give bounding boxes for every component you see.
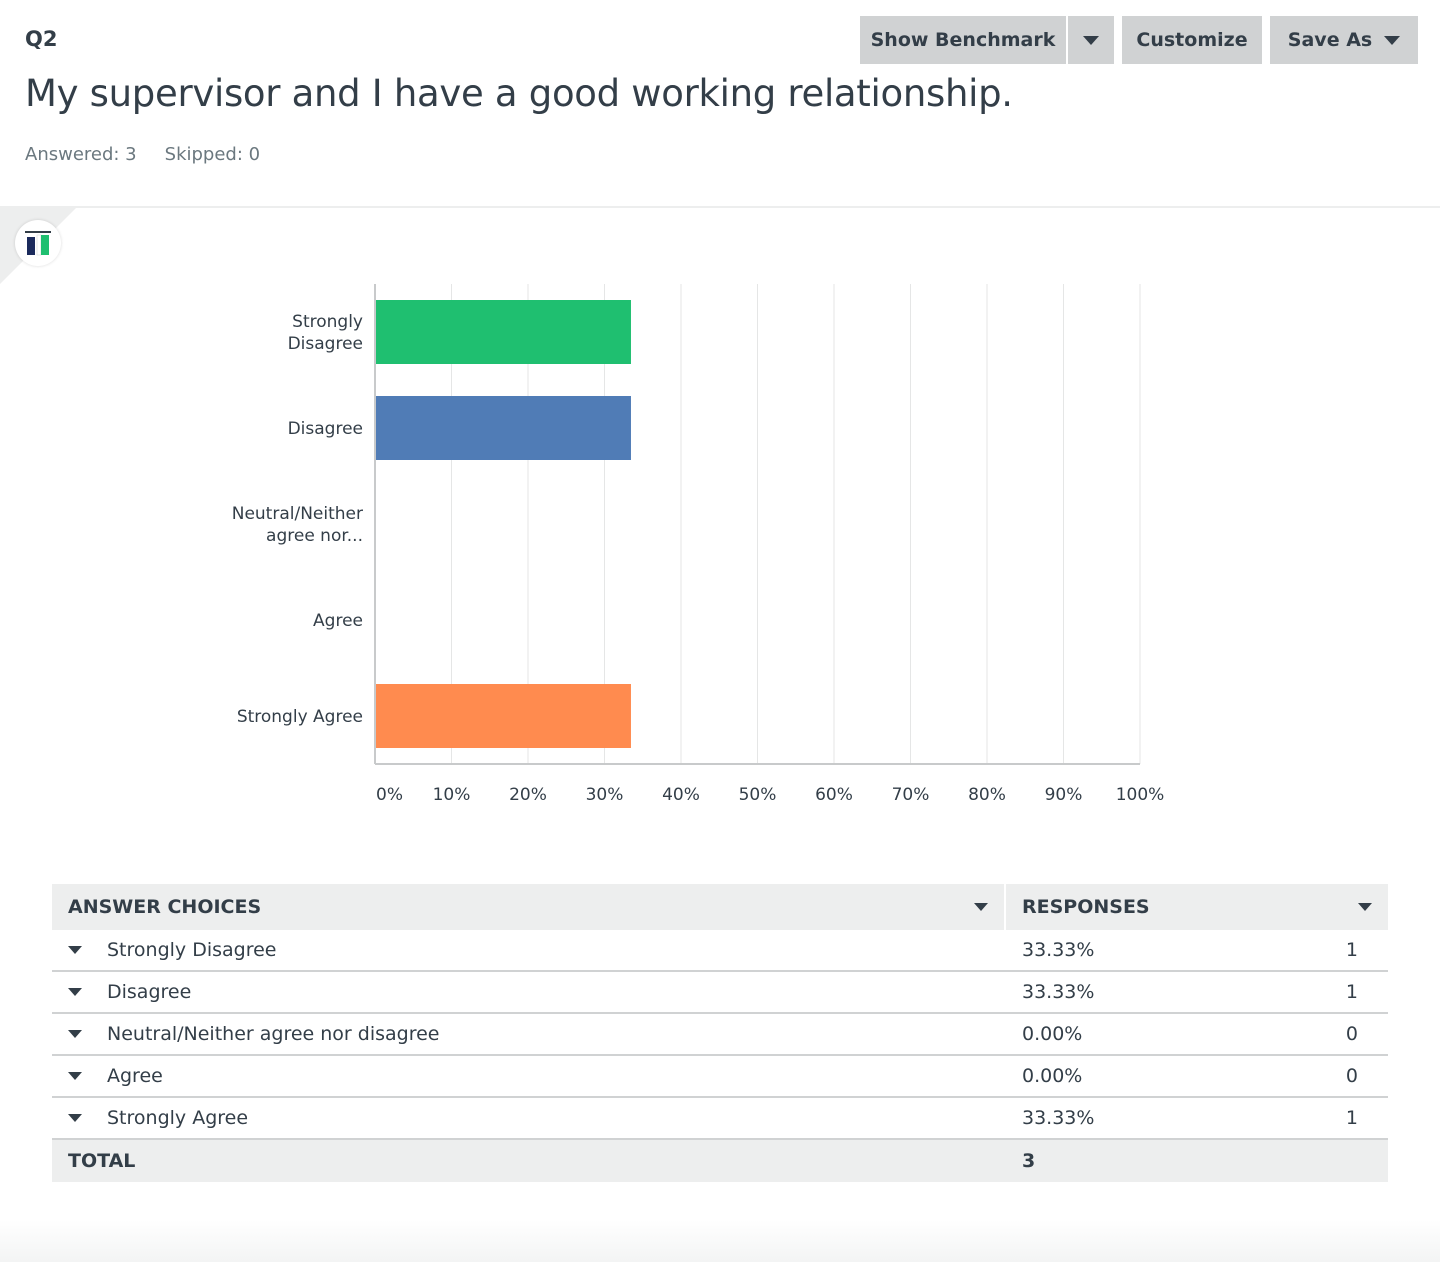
response-stats: Answered: 3 Skipped: 0 — [25, 144, 260, 165]
response-count[interactable]: 1 — [1306, 981, 1388, 1003]
x-tick-label: 80% — [968, 785, 1006, 805]
chevron-down-icon — [1083, 35, 1099, 45]
responses-header[interactable]: RESPONSES — [1006, 884, 1388, 930]
section-divider — [0, 206, 1440, 208]
answered-count: Answered: 3 — [25, 144, 137, 165]
response-percent: 0.00% — [1022, 1065, 1083, 1087]
bar — [376, 684, 631, 748]
category-label: Strongly Disagree — [288, 312, 363, 354]
x-tick-label: 70% — [892, 785, 930, 805]
x-tick-label: 30% — [586, 785, 624, 805]
bar — [376, 396, 631, 460]
expand-caret-icon[interactable] — [68, 946, 82, 954]
choice-label: Agree — [107, 1065, 163, 1087]
benchmark-split-button: Show Benchmark — [860, 16, 1114, 64]
bottom-shade — [0, 1220, 1440, 1262]
sort-caret-icon — [974, 903, 988, 911]
skipped-count: Skipped: 0 — [164, 144, 261, 165]
response-percent: 33.33% — [1022, 939, 1095, 961]
response-percent: 33.33% — [1022, 1107, 1095, 1129]
x-tick-label: 10% — [433, 785, 471, 805]
table-header: ANSWER CHOICES RESPONSES — [52, 884, 1388, 930]
table-row: Neutral/Neither agree nor disagree 0.00%… — [52, 1014, 1388, 1056]
choice-cell: Neutral/Neither agree nor disagree — [52, 1023, 1006, 1045]
x-tick-label: 40% — [662, 785, 700, 805]
bar — [376, 300, 631, 364]
table-row: Strongly Disagree 33.33% 1 — [52, 930, 1388, 972]
total-value: 3 — [1022, 1150, 1036, 1172]
x-tick-label: 60% — [815, 785, 853, 805]
x-tick-label: 0% — [376, 785, 403, 805]
choice-cell: Agree — [52, 1065, 1006, 1087]
category-label: Strongly Agree — [237, 707, 363, 727]
chevron-down-icon — [1384, 35, 1401, 45]
customize-button[interactable]: Customize — [1122, 16, 1262, 64]
category-label: Neutral/Neither agree nor... — [232, 504, 363, 546]
choice-label: Strongly Disagree — [107, 939, 277, 961]
table-row: Strongly Agree 33.33% 1 — [52, 1098, 1388, 1140]
toolbar: Show Benchmark Customize Save As — [860, 16, 1418, 64]
response-count[interactable]: 0 — [1306, 1023, 1388, 1045]
bar-chart-icon[interactable] — [15, 220, 61, 266]
choice-cell: Strongly Agree — [52, 1107, 1006, 1129]
question-title: My supervisor and I have a good working … — [25, 72, 1013, 115]
choice-label: Disagree — [107, 981, 192, 1003]
x-tick-label: 90% — [1045, 785, 1083, 805]
expand-caret-icon[interactable] — [68, 1030, 82, 1038]
answer-choices-header-label: ANSWER CHOICES — [68, 896, 262, 918]
response-count[interactable]: 1 — [1306, 1107, 1388, 1129]
question-number: Q2 — [25, 27, 58, 51]
choice-cell: Strongly Disagree — [52, 939, 1006, 961]
responses-header-label: RESPONSES — [1022, 896, 1150, 918]
responses-table: ANSWER CHOICES RESPONSES Strongly Disagr… — [52, 884, 1388, 1182]
sort-caret-icon — [1358, 903, 1372, 911]
response-percent: 33.33% — [1022, 981, 1095, 1003]
x-tick-label: 50% — [739, 785, 777, 805]
x-tick-label: 20% — [509, 785, 547, 805]
response-count[interactable]: 0 — [1306, 1065, 1388, 1087]
answer-choices-header[interactable]: ANSWER CHOICES — [52, 884, 1004, 930]
expand-caret-icon[interactable] — [68, 1072, 82, 1080]
choice-label: Neutral/Neither agree nor disagree — [107, 1023, 440, 1045]
response-percent: 0.00% — [1022, 1023, 1083, 1045]
response-bar-chart: 0% 10% 20% 30% 40% 50% 60% 70% 80% 90% 100% Strongl… — [232, 284, 1165, 805]
category-label: Agree — [313, 611, 363, 631]
choice-label: Strongly Agree — [107, 1107, 249, 1129]
benchmark-dropdown-button[interactable] — [1066, 16, 1114, 64]
total-row: TOTAL 3 — [52, 1140, 1388, 1182]
total-label: TOTAL — [68, 1150, 136, 1172]
table-row: Disagree 33.33% 1 — [52, 972, 1388, 1014]
table-row: Agree 0.00% 0 — [52, 1056, 1388, 1098]
expand-caret-icon[interactable] — [68, 988, 82, 996]
response-count[interactable]: 1 — [1306, 939, 1388, 961]
choice-cell: Disagree — [52, 981, 1006, 1003]
show-benchmark-button[interactable]: Show Benchmark — [860, 16, 1066, 64]
save-as-button[interactable]: Save As — [1270, 16, 1418, 64]
expand-caret-icon[interactable] — [68, 1114, 82, 1122]
save-as-label: Save As — [1287, 29, 1373, 51]
category-label: Disagree — [288, 419, 363, 439]
x-tick-label: 100% — [1116, 785, 1165, 805]
